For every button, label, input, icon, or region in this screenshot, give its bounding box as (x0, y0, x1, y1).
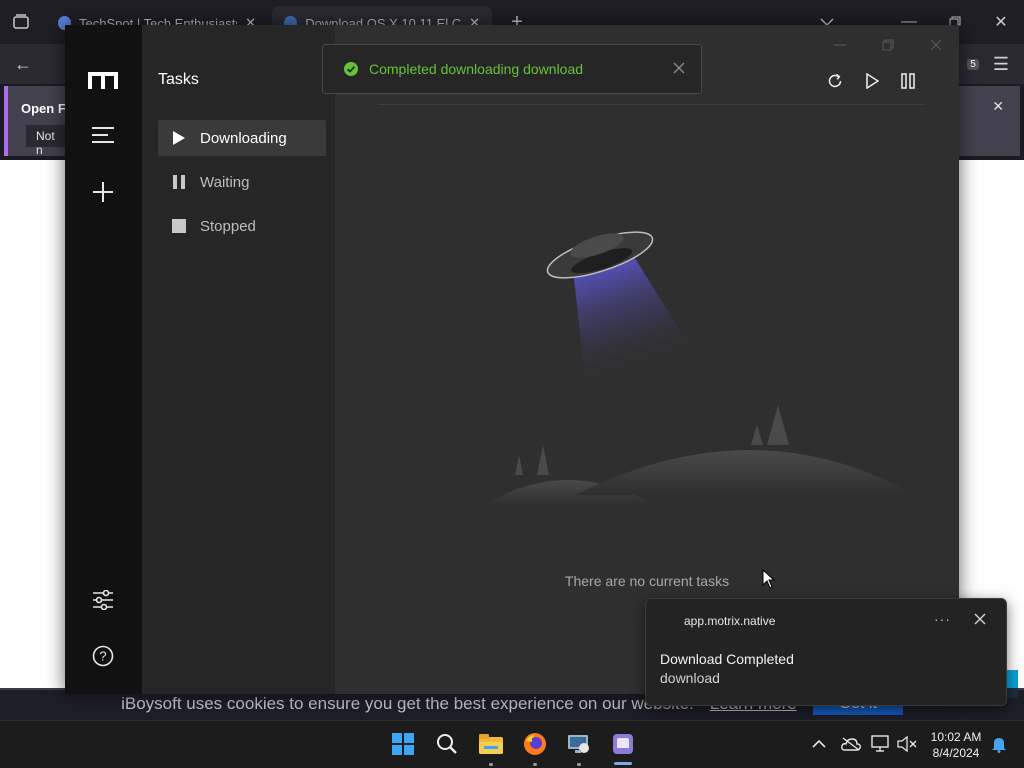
app-rail: ? (65, 25, 142, 694)
preferences-sliders-icon[interactable] (88, 585, 118, 615)
file-explorer-icon[interactable] (478, 731, 504, 757)
resume-all-play-icon[interactable] (859, 69, 885, 93)
notification-app-name: app.motrix.native (684, 614, 776, 628)
start-windows-icon[interactable] (390, 731, 416, 757)
motrix-taskbar-icon[interactable] (610, 731, 636, 757)
add-task-icon[interactable] (88, 177, 118, 207)
stop-icon (172, 218, 186, 234)
extension-badge-count: 5 (967, 58, 979, 70)
menu-toggle-icon[interactable] (88, 120, 118, 150)
running-indicator (489, 763, 493, 766)
notification-more-icon[interactable]: ··· (934, 611, 951, 627)
motrix-window: ? Tasks Downloading Waiting Stopped Ther… (65, 25, 959, 694)
search-icon[interactable] (434, 731, 460, 757)
extension-badge-icon[interactable]: 5 (960, 51, 986, 77)
app-maximize-icon[interactable] (873, 33, 903, 57)
clock-time: 10:02 AM (930, 730, 982, 744)
tasks-sidebar: Tasks Downloading Waiting Stopped (142, 25, 335, 694)
banner-button[interactable]: Not n (26, 125, 70, 157)
svg-text:?: ? (99, 649, 106, 664)
sidebar-item-label: Downloading (200, 129, 287, 147)
banner-close-icon[interactable]: ✕ (992, 98, 1004, 115)
cookie-text: iBoysoft uses cookies to ensure you get … (121, 694, 694, 713)
clock-date: 8/4/2024 (932, 746, 980, 760)
onedrive-cloud-icon[interactable] (838, 731, 864, 757)
sidebar-item-stopped[interactable]: Stopped (158, 208, 326, 244)
toolbar-divider (378, 104, 924, 105)
notification-close-icon[interactable] (974, 613, 986, 625)
empty-tasks-message: There are no current tasks (564, 573, 730, 589)
sidebar-item-label: Stopped (200, 217, 256, 235)
sidebar-item-label: Waiting (200, 173, 250, 191)
play-icon (172, 130, 186, 146)
network-monitor-icon[interactable] (868, 731, 894, 757)
app-close-icon[interactable] (921, 33, 951, 57)
task-list-panel: There are no current tasks (335, 25, 959, 694)
sidebar-item-waiting[interactable]: Waiting (158, 164, 326, 200)
success-check-icon (344, 62, 358, 76)
active-app-indicator (614, 762, 632, 765)
firefox-icon[interactable] (522, 731, 548, 757)
pause-all-icon[interactable] (895, 69, 921, 93)
taskbar-clock[interactable]: 10:02 AM 8/4/2024 (920, 729, 992, 761)
remote-desktop-icon[interactable] (566, 731, 592, 757)
back-arrow-icon[interactable]: ← (10, 51, 36, 77)
notification-bell-icon[interactable] (986, 731, 1012, 757)
system-notification[interactable]: app.motrix.native ··· Download Completed… (645, 598, 1007, 706)
hamburger-menu-icon[interactable]: ☰ (988, 51, 1014, 77)
running-indicator (533, 763, 537, 766)
speaker-muted-icon[interactable] (894, 731, 920, 757)
sidebar-item-downloading[interactable]: Downloading (158, 120, 326, 156)
tab-overview-icon[interactable] (8, 9, 34, 35)
sidebar-title: Tasks (158, 71, 199, 88)
motrix-logo-icon (88, 69, 118, 93)
show-hidden-icons-chevron-icon[interactable] (806, 731, 832, 757)
notification-title: Download Completed (660, 651, 794, 667)
banner-title: Open Fi (21, 101, 70, 116)
toast-message: Completed downloading download (369, 61, 584, 77)
download-complete-toast: Completed downloading download (322, 44, 702, 94)
mouse-cursor-icon (762, 569, 776, 589)
notification-body: download (660, 670, 720, 686)
refresh-icon[interactable] (822, 69, 848, 93)
ufo-empty-illustration (485, 231, 915, 505)
browser-close-icon[interactable]: ✕ (988, 9, 1014, 35)
running-indicator (577, 763, 581, 766)
toast-close-icon[interactable] (673, 62, 685, 74)
app-minimize-icon[interactable] (825, 33, 855, 57)
help-question-icon[interactable]: ? (88, 641, 118, 671)
pause-icon (172, 174, 186, 190)
